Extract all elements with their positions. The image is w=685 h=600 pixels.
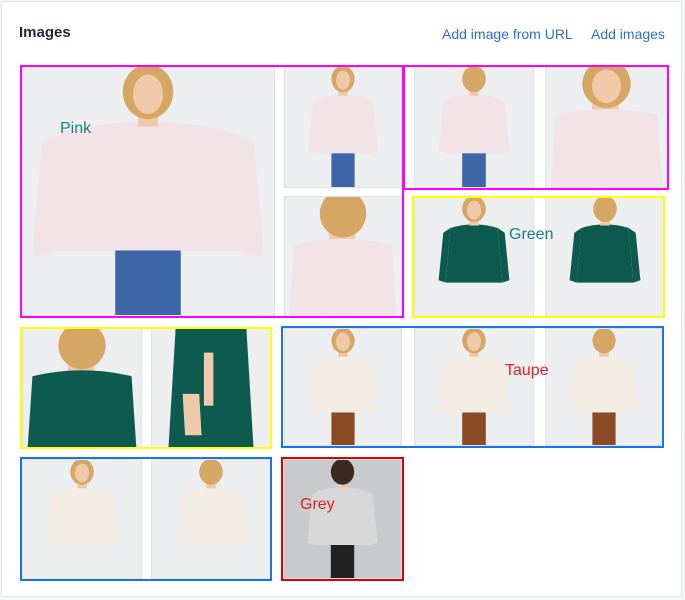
- top-garment: [182, 487, 240, 545]
- product-photo: [285, 67, 401, 187]
- top-garment: [315, 94, 371, 154]
- add-image-from-url-link[interactable]: Add image from URL: [442, 26, 573, 42]
- product-photo: [546, 197, 664, 316]
- product-image-taupe-4[interactable]: [22, 459, 142, 579]
- hair: [593, 197, 617, 222]
- top-garment: [289, 238, 397, 316]
- face: [74, 463, 90, 483]
- product-image-pink-5[interactable]: [545, 66, 668, 188]
- product-photo: [284, 460, 401, 578]
- top-garment: [576, 224, 634, 283]
- hair: [330, 460, 355, 485]
- product-photo: [285, 197, 401, 316]
- face: [466, 200, 482, 220]
- product-photo: [415, 197, 533, 316]
- hair: [462, 67, 486, 93]
- top-garment: [445, 224, 503, 283]
- face: [336, 70, 350, 90]
- product-photo: [152, 329, 270, 447]
- product-photo: [23, 460, 141, 578]
- product-photo: [152, 460, 270, 578]
- top-garment: [576, 355, 632, 413]
- product-image-taupe-3[interactable]: [545, 328, 663, 446]
- product-photo: [546, 329, 662, 445]
- face: [132, 74, 164, 115]
- top-garment: [314, 487, 371, 545]
- product-image-green-4[interactable]: [151, 328, 271, 448]
- product-image-pink-3[interactable]: [284, 196, 402, 317]
- top-garment: [27, 370, 137, 447]
- product-photo: [415, 67, 533, 187]
- hair: [592, 329, 616, 354]
- product-image-taupe-2[interactable]: [414, 328, 534, 446]
- product-image-green-1[interactable]: [414, 196, 534, 317]
- product-image-taupe-1[interactable]: [284, 328, 402, 446]
- top-garment: [53, 487, 111, 545]
- face: [466, 332, 482, 352]
- product-image-pink-4[interactable]: [414, 66, 534, 188]
- top-garment: [550, 109, 663, 187]
- hand: [182, 393, 202, 436]
- hair: [199, 460, 223, 485]
- add-images-link[interactable]: Add images: [591, 26, 665, 42]
- product-image-pink-2[interactable]: [284, 66, 402, 188]
- top-garment: [315, 355, 371, 413]
- product-photo: [285, 329, 401, 445]
- product-image-green-2[interactable]: [545, 196, 665, 317]
- product-photo: [546, 67, 667, 187]
- images-section-title: Images: [19, 24, 71, 41]
- top-garment: [445, 94, 503, 154]
- top-garment: [52, 121, 244, 251]
- product-photo: [23, 329, 141, 447]
- product-image-taupe-5[interactable]: [151, 459, 271, 579]
- face: [336, 332, 350, 352]
- product-image-grey-1[interactable]: [283, 459, 402, 579]
- face: [591, 69, 622, 103]
- back-slit: [203, 352, 214, 406]
- top-garment: [445, 355, 503, 413]
- product-photo: [415, 329, 533, 445]
- product-image-pink-featured[interactable]: [21, 66, 275, 316]
- product-image-green-3[interactable]: [22, 328, 142, 448]
- product-photo: [22, 67, 274, 315]
